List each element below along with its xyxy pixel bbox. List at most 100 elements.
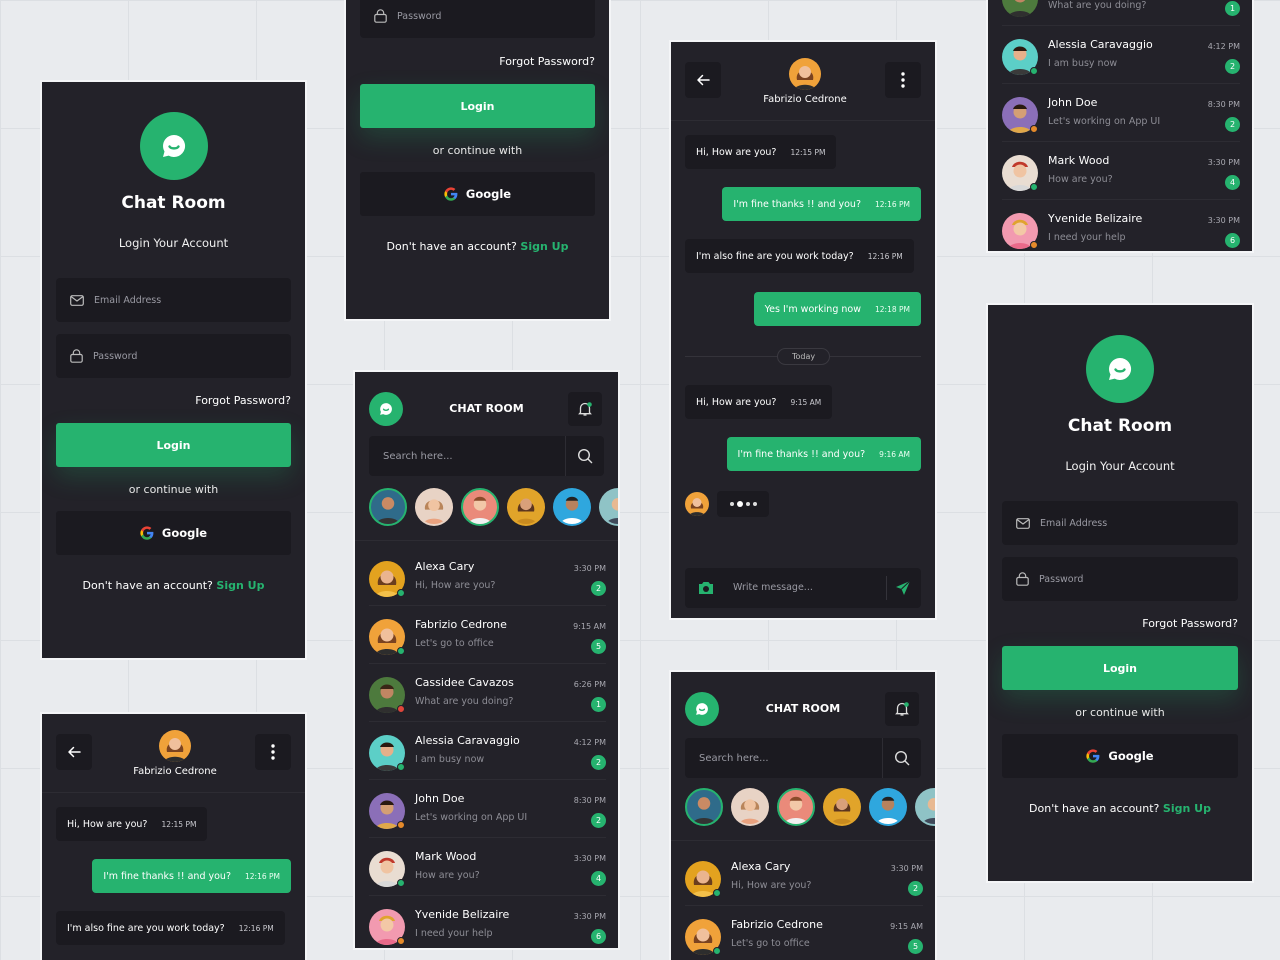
chat-row[interactable]: Alexa Cary Hi, How are you? 3:30 PM 2 (685, 848, 923, 906)
password-field[interactable]: Password (56, 334, 291, 378)
message-text: I'm fine thanks !! and you? (103, 870, 231, 882)
notification-button[interactable] (885, 692, 919, 726)
chat-row[interactable]: What are you doing? 1 (1002, 0, 1240, 26)
chat-name: Mark Wood (415, 850, 477, 863)
back-button[interactable] (56, 734, 92, 770)
contact-avatar (789, 58, 821, 90)
login-subtitle: Login Your Account (118, 236, 229, 250)
chat-row[interactable]: Yvenide Belizaire I need your help 3:30 … (369, 896, 606, 948)
email-field[interactable]: Email Address (56, 278, 291, 322)
search-input[interactable]: Search here... (369, 436, 604, 476)
chat-row[interactable]: Fabrizio Cedrone Let's go to office 9:15… (685, 906, 923, 960)
message-bubble-out: I'm fine thanks !! and you? 9:16 AM (726, 437, 921, 471)
message-time: 12:18 PM (875, 304, 910, 314)
google-button[interactable]: Google (1002, 734, 1238, 778)
message-time: 12:15 PM (790, 147, 826, 157)
more-options-button[interactable] (885, 62, 921, 98)
contact-avatar (159, 730, 191, 762)
chat-time: 3:30 PM (573, 564, 606, 573)
story-avatar[interactable] (731, 788, 769, 826)
chat-row[interactable]: Fabrizio Cedrone Let's go to office 9:15… (369, 606, 606, 664)
unread-badge: 2 (1225, 117, 1240, 132)
online-indicator (397, 647, 405, 655)
message-composer[interactable]: Write message... (685, 568, 921, 608)
unread-badge: 1 (1225, 1, 1240, 16)
back-button[interactable] (685, 62, 721, 98)
forgot-password-link[interactable]: Forgot Password? (499, 55, 595, 68)
forgot-password-link[interactable]: Forgot Password? (1142, 617, 1238, 630)
chat-preview: How are you? (415, 870, 480, 881)
message-text: I'm fine thanks !! and you? (737, 448, 866, 460)
sign-up-link[interactable]: Sign Up (1163, 802, 1211, 815)
forgot-password-link[interactable]: Forgot Password? (195, 394, 291, 407)
login-screen-top: Password Forgot Password? Login or conti… (344, 0, 611, 321)
google-button[interactable]: Google (56, 511, 291, 555)
unread-badge: 5 (591, 639, 606, 654)
message-bubble-in: Hi, How are you? 9:15 AM (685, 385, 833, 419)
chat-time: 3:30 PM (890, 864, 923, 873)
chat-logo-icon (139, 112, 208, 180)
story-avatar[interactable] (823, 788, 861, 826)
email-field[interactable]: Email Address (1002, 501, 1238, 545)
chat-name: Alexa Cary (731, 860, 791, 873)
password-field[interactable]: Password (1002, 557, 1238, 601)
chat-name: Cassidee Cavazos (415, 676, 514, 689)
chat-time: 8:30 PM (1207, 100, 1240, 109)
chat-row[interactable]: Cassidee Cavazos What are you doing? 6:2… (369, 664, 606, 722)
chat-name: Yvenide Belizaire (1048, 212, 1143, 225)
back-arrow-icon (697, 74, 710, 86)
login-button[interactable]: Login (1002, 646, 1238, 690)
password-placeholder: Password (1039, 573, 1084, 585)
chat-name: Fabrizio Cedrone (415, 618, 507, 631)
chat-name: Yvenide Belizaire (415, 908, 510, 921)
story-avatar[interactable] (777, 788, 815, 826)
login-button[interactable]: Login (360, 84, 595, 128)
story-avatar[interactable] (915, 788, 935, 826)
online-indicator (713, 889, 721, 897)
chat-preview: I am busy now (415, 754, 485, 765)
password-field[interactable]: Password (360, 0, 595, 38)
story-avatar[interactable] (869, 788, 907, 826)
google-button[interactable]: Google (360, 172, 595, 216)
story-avatar[interactable] (685, 788, 723, 826)
message-bubble-out: I'm fine thanks !! and you? 12:16 PM (722, 187, 921, 221)
or-continue-text: or continue with (1075, 706, 1165, 719)
email-placeholder: Email Address (94, 294, 162, 306)
chat-preview: I need your help (415, 928, 493, 939)
sign-up-link[interactable]: Sign Up (216, 579, 264, 592)
story-avatar[interactable] (553, 488, 591, 526)
search-icon[interactable] (577, 448, 593, 464)
story-avatar[interactable] (369, 488, 407, 526)
chat-name: Alexa Cary (415, 560, 475, 573)
chat-row[interactable]: Mark Wood How are you? 3:30 PM 4 (369, 838, 606, 896)
chat-row[interactable]: John Doe Let's working on App UI 8:30 PM… (369, 780, 606, 838)
online-indicator (1030, 125, 1038, 133)
chat-row[interactable]: Mark Wood How are you? 3:30 PM 4 (1002, 142, 1240, 200)
unread-badge: 1 (591, 697, 606, 712)
chat-row[interactable]: Yvenide Belizaire I need your help 3:30 … (1002, 200, 1240, 251)
stories-row[interactable] (685, 788, 935, 826)
message-text: I'm also fine are you work today? (696, 250, 854, 262)
camera-icon[interactable] (697, 580, 715, 596)
more-options-button[interactable] (255, 734, 291, 770)
sign-up-link[interactable]: Sign Up (520, 240, 568, 253)
search-icon[interactable] (894, 750, 910, 766)
message-bubble-in: Hi, How are you? 12:15 PM (56, 807, 208, 841)
send-icon[interactable] (895, 580, 911, 596)
chat-row[interactable]: John Doe Let's working on App UI 8:30 PM… (1002, 84, 1240, 142)
chat-row[interactable]: Alessia Caravaggio I am busy now 4:12 PM… (1002, 26, 1240, 84)
message-input[interactable]: Write message... (733, 582, 813, 593)
search-input[interactable]: Search here... (685, 738, 921, 778)
notification-button[interactable] (568, 392, 602, 426)
story-avatar[interactable] (415, 488, 453, 526)
login-button[interactable]: Login (56, 423, 291, 467)
story-avatar[interactable] (507, 488, 545, 526)
chat-row[interactable]: Alessia Caravaggio I am busy now 4:12 PM… (369, 722, 606, 780)
story-avatar[interactable] (461, 488, 499, 526)
story-avatar[interactable] (599, 488, 618, 526)
unread-badge: 2 (1225, 59, 1240, 74)
google-icon (444, 187, 458, 201)
bell-icon (578, 402, 592, 416)
chat-row[interactable]: Alexa Cary Hi, How are you? 3:30 PM 2 (369, 548, 606, 606)
stories-row[interactable] (369, 488, 618, 526)
